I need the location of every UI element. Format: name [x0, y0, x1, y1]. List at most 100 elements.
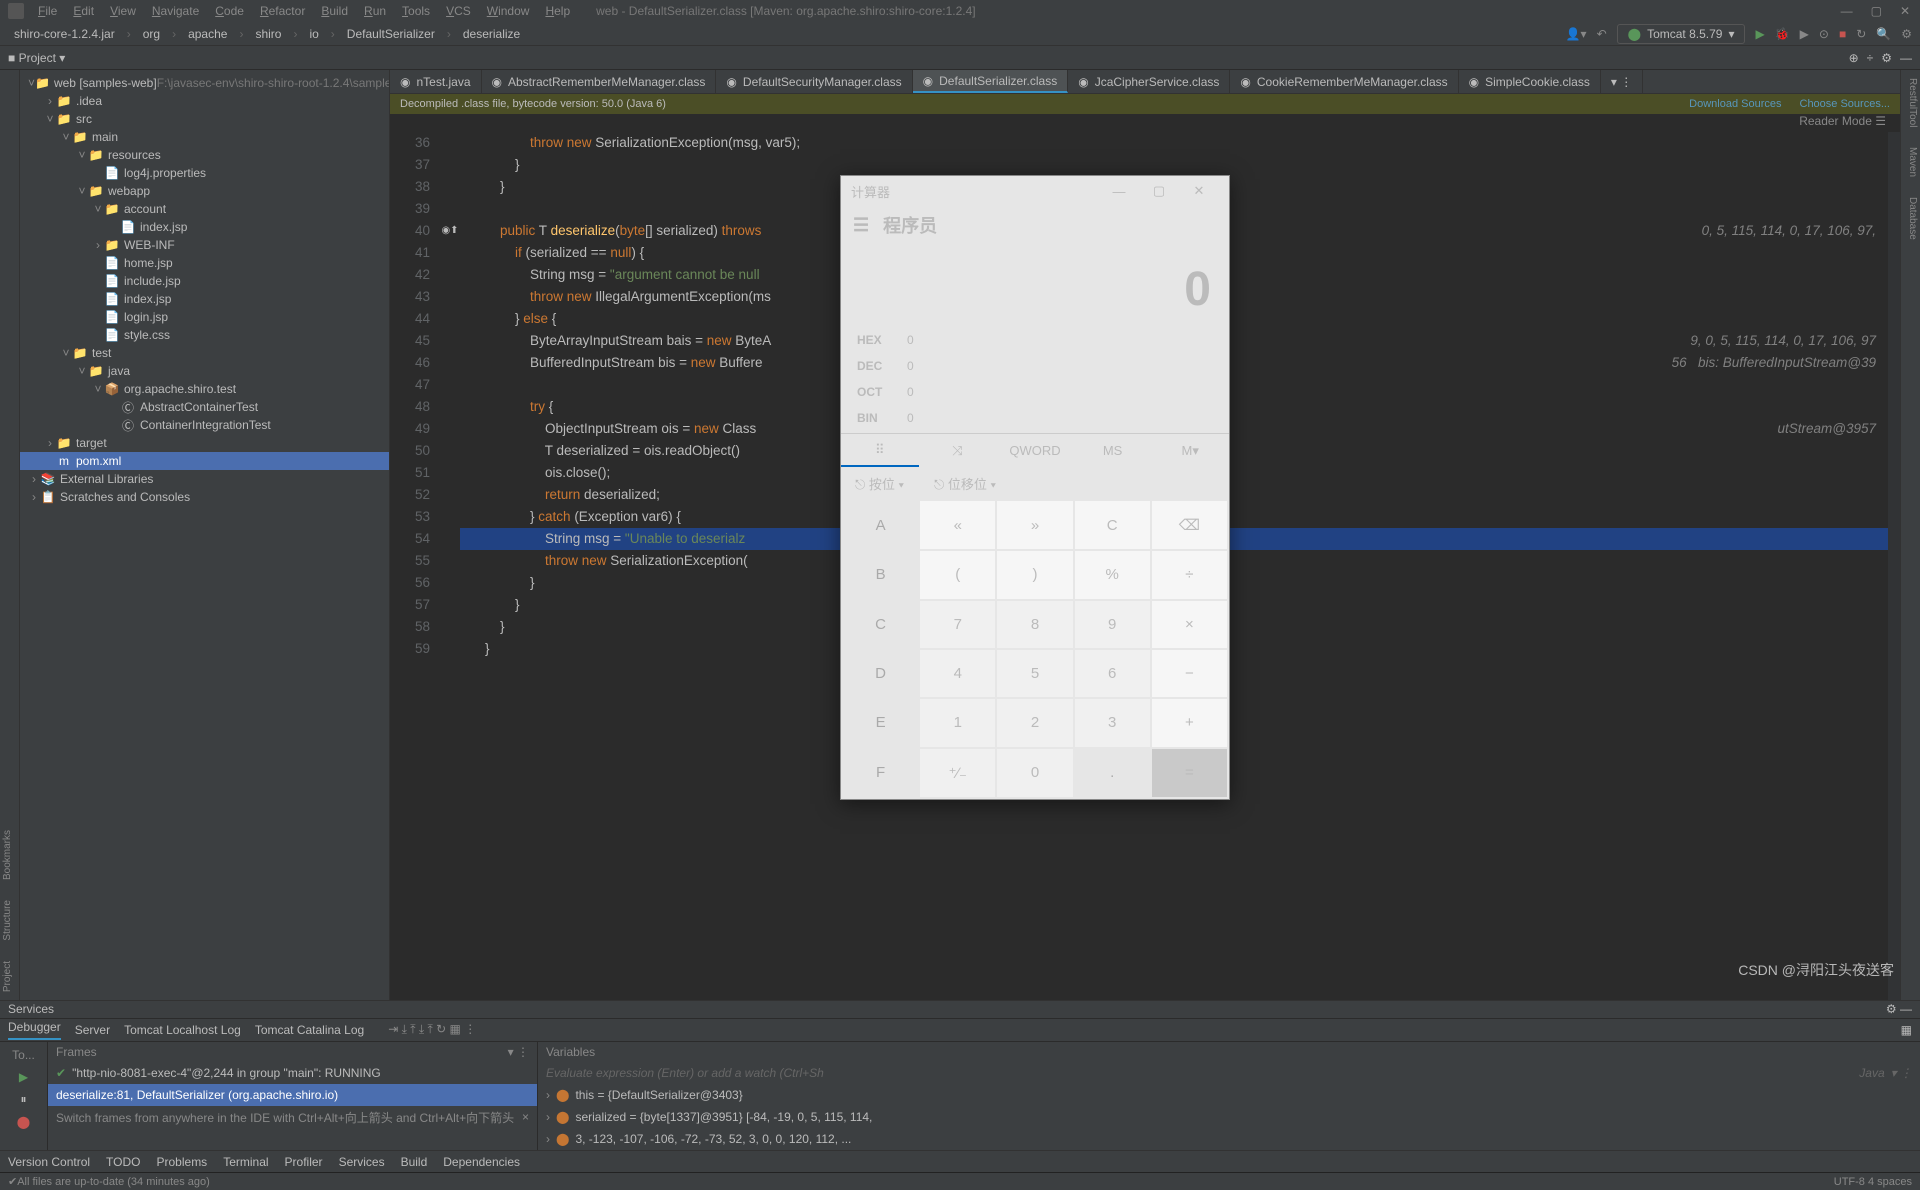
- tree-node[interactable]: ˅📁webapp: [20, 182, 389, 200]
- calc-mode-tab[interactable]: M▾: [1151, 434, 1229, 467]
- base-row[interactable]: BIN0: [857, 405, 1213, 431]
- calc-key[interactable]: ): [997, 551, 1072, 598]
- base-row[interactable]: OCT0: [857, 379, 1213, 405]
- calc-key[interactable]: D: [843, 650, 918, 697]
- close-icon[interactable]: ✕: [1900, 4, 1910, 18]
- editor-tab[interactable]: ◉DefaultSecurityManager.class: [716, 70, 912, 93]
- bottom-tab-version-control[interactable]: Version Control: [8, 1155, 90, 1169]
- bottom-tab-terminal[interactable]: Terminal: [223, 1155, 268, 1169]
- service-tab[interactable]: Debugger: [8, 1020, 61, 1040]
- back-icon[interactable]: ↶: [1597, 27, 1607, 41]
- bookmarks-tab[interactable]: Bookmarks: [2, 830, 17, 880]
- calc-bases[interactable]: HEX0DEC0OCT0BIN0: [841, 325, 1229, 433]
- menu-vcs[interactable]: VCS: [440, 2, 477, 20]
- menu-window[interactable]: Window: [481, 2, 536, 20]
- project-label[interactable]: Project: [19, 51, 56, 65]
- user-icon[interactable]: 👤▾: [1566, 27, 1587, 41]
- calc-key[interactable]: 0: [997, 749, 1072, 797]
- menu-file[interactable]: File: [32, 2, 63, 20]
- bottom-tab-todo[interactable]: TODO: [106, 1155, 140, 1169]
- crumb[interactable]: shiro: [249, 27, 287, 41]
- update-icon[interactable]: ↻: [1856, 27, 1866, 41]
- tree-node[interactable]: 📄log4j.properties: [20, 164, 389, 182]
- calc-key[interactable]: C: [1075, 501, 1150, 549]
- debug-icon[interactable]: 🐞: [1775, 27, 1790, 41]
- calc-key[interactable]: +: [1152, 699, 1227, 746]
- menu-help[interactable]: Help: [539, 2, 576, 20]
- tree-node[interactable]: ⒸAbstractContainerTest: [20, 398, 389, 416]
- menu-navigate[interactable]: Navigate: [146, 2, 205, 20]
- tree-node[interactable]: ›📋Scratches and Consoles: [20, 488, 389, 506]
- run-icon[interactable]: ▶: [1755, 27, 1764, 41]
- calc-key[interactable]: »: [997, 501, 1072, 549]
- calc-key[interactable]: ×: [1152, 601, 1227, 648]
- tree-node[interactable]: ˅📁resources: [20, 146, 389, 164]
- bottom-tab-services[interactable]: Services: [339, 1155, 385, 1169]
- calc-key[interactable]: −: [1152, 650, 1227, 697]
- calc-subop[interactable]: ⎋ 按位 ▾: [855, 474, 904, 493]
- bottom-tab-build[interactable]: Build: [401, 1155, 428, 1169]
- calc-key[interactable]: 1: [920, 699, 995, 746]
- tree-node[interactable]: ›📁WEB-INF: [20, 236, 389, 254]
- editor-tab[interactable]: ◉DefaultSerializer.class: [913, 70, 1069, 93]
- tree-node[interactable]: mpom.xml: [20, 452, 389, 470]
- reader-mode[interactable]: Reader Mode: [1799, 114, 1872, 128]
- choose-sources-link[interactable]: Choose Sources...: [1800, 98, 1891, 110]
- calc-key[interactable]: .: [1075, 749, 1150, 797]
- service-tab[interactable]: Tomcat Localhost Log: [124, 1023, 241, 1037]
- service-tab[interactable]: Tomcat Catalina Log: [255, 1023, 364, 1037]
- crumb[interactable]: DefaultSerializer: [341, 27, 441, 41]
- calc-mode-tab[interactable]: MS: [1074, 434, 1152, 467]
- tree-node[interactable]: ˅📁test: [20, 344, 389, 362]
- tree-node[interactable]: ⒸContainerIntegrationTest: [20, 416, 389, 434]
- profile-icon[interactable]: ⊙: [1819, 27, 1829, 41]
- calc-key[interactable]: (: [920, 551, 995, 598]
- editor-tab[interactable]: ◉JcaCipherService.class: [1068, 70, 1230, 93]
- hamburger-icon[interactable]: ☰: [853, 215, 869, 236]
- search-icon[interactable]: 🔍: [1876, 27, 1891, 41]
- tree-node[interactable]: ›📁target: [20, 434, 389, 452]
- tree-node[interactable]: 📄index.jsp: [20, 218, 389, 236]
- menu-run[interactable]: Run: [358, 2, 392, 20]
- thread-row[interactable]: ✔"http-nio-8081-exec-4"@2,244 in group "…: [48, 1062, 537, 1084]
- download-sources-link[interactable]: Download Sources: [1689, 98, 1781, 110]
- bottom-tab-dependencies[interactable]: Dependencies: [443, 1155, 520, 1169]
- calc-key[interactable]: =: [1152, 749, 1227, 797]
- calc-key[interactable]: C: [843, 601, 918, 648]
- project-tab[interactable]: Project: [2, 961, 17, 992]
- calc-key[interactable]: ⌫: [1152, 501, 1227, 549]
- variable-row[interactable]: › ⬤ 3, -123, -107, -106, -72, -73, 52, 3…: [538, 1128, 1920, 1150]
- tree-node[interactable]: 📄login.jsp: [20, 308, 389, 326]
- editor-tab[interactable]: ◉AbstractRememberMeManager.class: [482, 70, 717, 93]
- variable-row[interactable]: › ⬤ serialized = {byte[1337]@3951} [-84,…: [538, 1106, 1920, 1128]
- maximize-icon[interactable]: ▢: [1139, 183, 1179, 199]
- crumb[interactable]: shiro-core-1.2.4.jar: [8, 27, 121, 41]
- pause-icon[interactable]: ⏸: [20, 1092, 26, 1107]
- calc-key[interactable]: 3: [1075, 699, 1150, 746]
- coverage-icon[interactable]: ▶: [1800, 27, 1809, 41]
- menu-view[interactable]: View: [104, 2, 142, 20]
- base-row[interactable]: HEX0: [857, 327, 1213, 353]
- bottom-tab-profiler[interactable]: Profiler: [285, 1155, 323, 1169]
- calc-key[interactable]: 4: [920, 650, 995, 697]
- menu-edit[interactable]: Edit: [67, 2, 100, 20]
- tree-node[interactable]: ˅📁account: [20, 200, 389, 218]
- editor-tab[interactable]: ◉SimpleCookie.class: [1459, 70, 1601, 93]
- minimize-icon[interactable]: —: [1841, 4, 1853, 18]
- calc-key[interactable]: %: [1075, 551, 1150, 598]
- tree-node[interactable]: ›📚External Libraries: [20, 470, 389, 488]
- calc-subop[interactable]: ⎋ 位移位 ▾: [934, 474, 996, 493]
- maven-tab[interactable]: Maven: [1903, 147, 1918, 177]
- calc-key[interactable]: 6: [1075, 650, 1150, 697]
- stop-icon[interactable]: ■: [1839, 27, 1846, 41]
- tree-node[interactable]: 📄index.jsp: [20, 290, 389, 308]
- calc-key[interactable]: 2: [997, 699, 1072, 746]
- calc-mode-tab[interactable]: QWORD: [996, 434, 1074, 467]
- run-config[interactable]: ⬤Tomcat 8.5.79▾: [1617, 24, 1746, 44]
- calc-key[interactable]: «: [920, 501, 995, 549]
- base-row[interactable]: DEC0: [857, 353, 1213, 379]
- calc-key[interactable]: B: [843, 551, 918, 598]
- tree-node[interactable]: ˅📁web [samples-web] F:\javasec-env\shiro…: [20, 74, 389, 92]
- tool-icon[interactable]: ⚙: [1881, 51, 1892, 65]
- minimize-icon[interactable]: —: [1099, 184, 1139, 199]
